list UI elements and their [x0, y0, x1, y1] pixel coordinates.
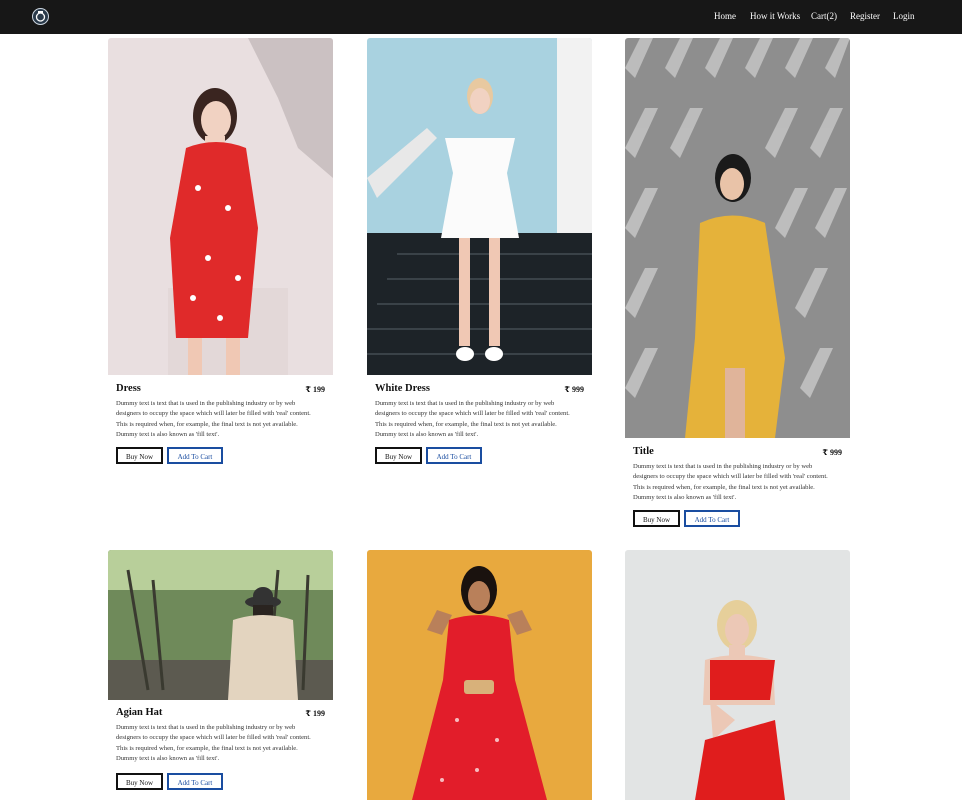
nav-cart[interactable]: Cart(2) — [811, 11, 837, 21]
navbar: Home How it Works Cart(2) Register Login — [0, 0, 962, 34]
nav-home[interactable]: Home — [714, 11, 736, 21]
add-to-cart-button[interactable]: Add To Cart — [684, 510, 740, 527]
add-to-cart-button[interactable]: Add To Cart — [167, 773, 223, 790]
product-description: Dummy text is text that is used in the p… — [116, 724, 311, 763]
product-price: ₹ 199 — [305, 709, 325, 718]
product-image[interactable] — [108, 550, 333, 700]
product-price: ₹ 199 — [305, 385, 325, 394]
product-title[interactable]: White Dress — [375, 383, 430, 394]
product-card-body: Dress ₹ 199 Dummy text is text that is u… — [116, 383, 325, 478]
product-title[interactable]: Agian Hat — [116, 707, 162, 718]
product-title[interactable]: Dress — [116, 383, 141, 394]
product-image[interactable] — [367, 38, 592, 375]
product-image[interactable] — [625, 38, 850, 438]
add-to-cart-button[interactable]: Add To Cart — [167, 447, 223, 464]
product-card — [367, 550, 592, 800]
nav-login[interactable]: Login — [893, 11, 915, 21]
buy-now-button[interactable]: Buy Now — [633, 510, 680, 527]
product-description: Dummy text is text that is used in the p… — [633, 463, 828, 502]
product-card: Dress ₹ 199 Dummy text is text that is u… — [108, 38, 333, 478]
product-card-body: Title ₹ 999 Dummy text is text that is u… — [633, 446, 842, 541]
product-description: Dummy text is text that is used in the p… — [375, 400, 570, 439]
nav-how-it-works[interactable]: How it Works — [750, 11, 800, 21]
buy-now-button[interactable]: Buy Now — [375, 447, 422, 464]
product-card-body: Agian Hat ₹ 199 Dummy text is text that … — [116, 707, 325, 802]
product-card-body: White Dress ₹ 999 Dummy text is text tha… — [375, 383, 584, 478]
buy-now-button[interactable]: Buy Now — [116, 447, 163, 464]
product-description: Dummy text is text that is used in the p… — [116, 400, 311, 439]
product-image[interactable] — [108, 38, 333, 375]
product-price: ₹ 999 — [822, 448, 842, 457]
camera-logo-icon[interactable] — [32, 8, 49, 25]
product-card — [625, 550, 850, 800]
product-image[interactable] — [367, 550, 592, 800]
product-image[interactable] — [625, 550, 850, 800]
add-to-cart-button[interactable]: Add To Cart — [426, 447, 482, 464]
product-title[interactable]: Title — [633, 446, 654, 457]
buy-now-button[interactable]: Buy Now — [116, 773, 163, 790]
product-price: ₹ 999 — [564, 385, 584, 394]
product-card: Agian Hat ₹ 199 Dummy text is text that … — [108, 550, 333, 800]
nav-register[interactable]: Register — [850, 11, 880, 21]
product-card: Title ₹ 999 Dummy text is text that is u… — [625, 38, 850, 538]
product-card: White Dress ₹ 999 Dummy text is text tha… — [367, 38, 592, 478]
